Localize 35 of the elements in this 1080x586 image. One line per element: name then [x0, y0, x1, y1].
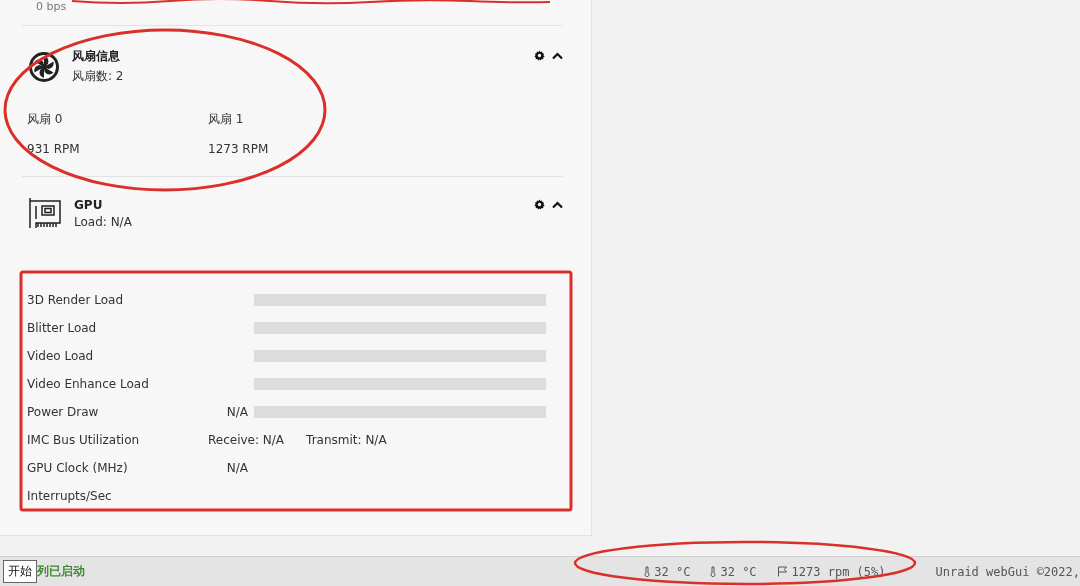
fan-speed: 1273 RPM — [208, 142, 270, 156]
metric-label: IMC Bus Utilization — [27, 433, 141, 447]
metric-label: Power Draw — [27, 405, 100, 419]
network-rate: 0 bps — [36, 0, 67, 13]
panel-title: GPU — [74, 197, 104, 212]
array-status: 列已启动 — [37, 563, 85, 580]
temperature-reading: 32 °C — [720, 564, 757, 579]
settings-icon[interactable] — [534, 50, 545, 61]
graphics-card-icon — [28, 197, 62, 229]
transmit-value: Transmit: N/A — [306, 433, 387, 447]
metric-label: GPU Clock (MHz) — [27, 461, 129, 475]
thermometer-icon — [710, 566, 717, 577]
metric-label: Video Load — [27, 349, 95, 363]
flag-icon — [776, 566, 788, 577]
panel-subtitle: Load: N/A — [74, 214, 132, 229]
start-button[interactable]: 开始 — [3, 560, 37, 583]
panel-subtitle: 风扇数: 2 — [72, 68, 124, 85]
panel-title: 风扇信息 — [72, 48, 121, 65]
metric-label: 3D Render Load — [27, 293, 124, 307]
metric-label: Blitter Load — [27, 321, 98, 335]
metric-value: N/A — [226, 405, 248, 419]
footer-text: Unraid webGui ©2022, — [935, 564, 1080, 579]
fan-name: 风扇 1 — [208, 111, 245, 128]
fan-icon — [28, 50, 60, 83]
receive-value: Receive: N/A — [208, 433, 285, 447]
metric-label: Interrupts/Sec — [27, 489, 113, 503]
metric-value: N/A — [226, 461, 248, 475]
metric-label: Video Enhance Load — [27, 377, 150, 391]
collapse-chevron-icon[interactable] — [552, 200, 563, 209]
fan-speed-reading: 1273 rpm (5%) — [791, 564, 886, 579]
thermometer-icon — [644, 566, 651, 577]
fan-name: 风扇 0 — [27, 111, 64, 128]
collapse-chevron-icon[interactable] — [552, 51, 563, 60]
settings-icon[interactable] — [534, 199, 545, 210]
temperature-reading: 32 °C — [654, 564, 691, 579]
